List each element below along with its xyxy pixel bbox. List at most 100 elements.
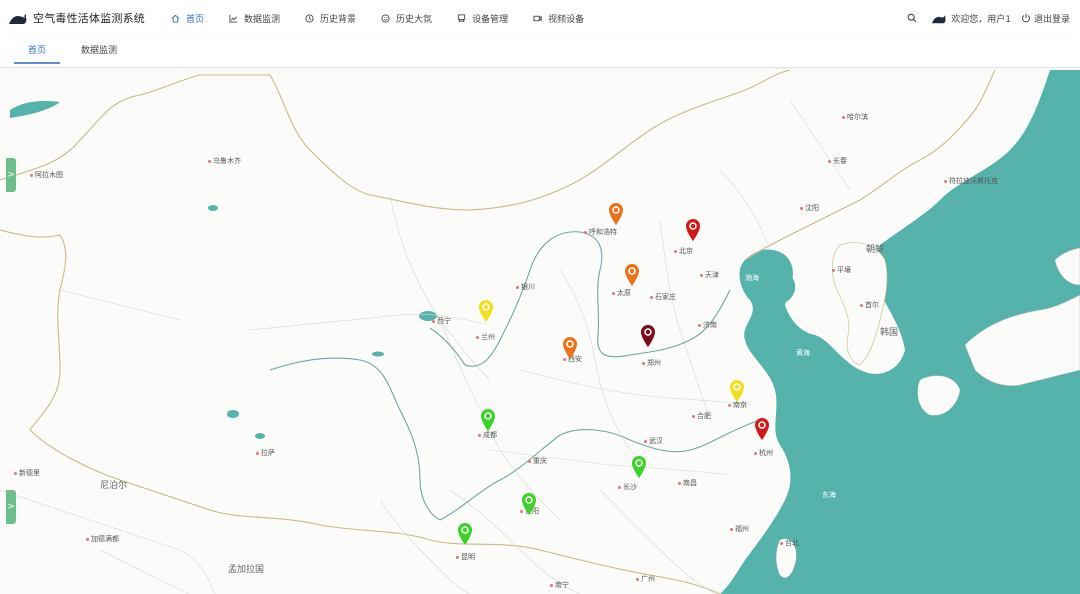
clock-icon <box>305 13 314 23</box>
city-label-zhengzhou: 郑州 <box>642 358 661 368</box>
logout-button[interactable]: 退出登录 <box>1021 12 1070 25</box>
monitor-marker[interactable] <box>624 263 640 287</box>
city-label-kathmandu: 加德满都 <box>86 534 119 544</box>
map-pin-icon <box>522 493 536 515</box>
map-pin-icon <box>755 418 769 440</box>
header-tools: 欢迎您，用户1 退出登录 <box>893 0 1070 36</box>
city-label-urumqi: 乌鲁木齐 <box>208 156 241 166</box>
nav-device-management[interactable]: 设备管理 <box>457 12 508 25</box>
map-pin-icon <box>686 219 700 241</box>
region-label-nepal: 尼泊尔 <box>100 481 128 491</box>
map-pin-icon <box>458 523 472 545</box>
map-pin-icon <box>730 380 744 402</box>
map-pin-icon <box>479 300 493 322</box>
main-nav: 首页 数据监测 历史背景 历史大氛 设备管理 视频设备 <box>171 12 609 25</box>
city-label-kunming: 昆明 <box>456 552 475 562</box>
monitor-marker[interactable] <box>521 492 537 516</box>
search-icon <box>907 13 917 23</box>
city-label-nanchang: 南昌 <box>678 478 697 488</box>
city-label-shenyang: 沈阳 <box>800 203 819 213</box>
top-navbar: 空气毒性活体监测系统 首页 数据监测 历史背景 历史大氛 设备管理 视频设备 欢… <box>0 0 1080 36</box>
city-label-xining: 西宁 <box>432 316 451 326</box>
city-label-changsha: 长沙 <box>618 482 637 492</box>
city-label-guangzhou: 广州 <box>636 574 655 584</box>
monitor-marker[interactable] <box>480 408 496 432</box>
map-pin-icon <box>481 409 495 431</box>
home-icon <box>171 14 180 23</box>
sea-label-bohai: 渤海 <box>745 274 759 282</box>
city-label-hohhot: 呼和浩特 <box>584 227 617 237</box>
monitor-marker[interactable] <box>729 379 745 403</box>
tab-home[interactable]: 首页 <box>14 44 60 64</box>
city-label-beijing: 北京 <box>674 246 693 256</box>
panel-toggle-bottom[interactable]: > <box>6 490 16 524</box>
nav-history-atmosphere-label: 历史大氛 <box>396 14 433 25</box>
city-label-nanning: 南宁 <box>550 580 569 590</box>
map-pin-icon <box>563 337 577 359</box>
city-label-lhasa: 拉萨 <box>256 448 275 458</box>
monitor-marker[interactable] <box>685 218 701 242</box>
panel-toggle-top[interactable]: > <box>6 158 16 192</box>
monitor-marker[interactable] <box>457 522 473 546</box>
sea-label-yellow-sea: 黄海 <box>796 349 810 357</box>
city-label-yinchuan: 银川 <box>516 282 535 292</box>
monitor-marker[interactable] <box>478 299 494 323</box>
nav-history-atmosphere[interactable]: 历史大氛 <box>381 12 432 25</box>
nav-home-label: 首页 <box>186 14 205 25</box>
panel-toggle-top-label: > <box>7 170 15 180</box>
city-label-changchun: 长春 <box>828 156 847 166</box>
user-avatar-icon <box>932 14 946 23</box>
city-label-hangzhou: 杭州 <box>754 448 773 458</box>
brand[interactable]: 空气毒性活体监测系统 <box>8 10 145 26</box>
city-label-lanzhou: 兰州 <box>476 332 495 342</box>
nav-device-management-label: 设备管理 <box>472 14 509 25</box>
city-label-taiyuan: 太原 <box>612 288 631 298</box>
region-label-south-korea: 韩国 <box>880 328 899 338</box>
map-pin-icon <box>609 203 623 225</box>
monitor-marker[interactable] <box>562 336 578 360</box>
monitor-marker[interactable] <box>608 202 624 226</box>
map-pin-icon <box>641 325 655 347</box>
city-label-pyongyang: 平壤 <box>832 265 851 275</box>
map-view[interactable]: 朝鲜 韩国 尼泊尔 孟加拉国 渤海 黄海 东海 乌鲁木齐 阿拉木图 西宁 兰州 … <box>0 70 1080 594</box>
nav-history-background-label: 历史背景 <box>320 14 357 25</box>
video-icon <box>533 15 542 21</box>
city-label-seoul: 首尔 <box>860 300 879 310</box>
chart-icon <box>229 14 238 23</box>
city-label-almaty: 阿拉木图 <box>30 170 63 180</box>
monitor-marker[interactable] <box>640 324 656 348</box>
nav-history-background[interactable]: 历史背景 <box>305 12 356 25</box>
smile-icon <box>381 13 390 23</box>
city-label-tianjin: 天津 <box>700 270 719 280</box>
nav-video-device-label: 视频设备 <box>548 14 585 25</box>
map-pin-icon <box>632 456 646 478</box>
region-label-bangladesh: 孟加拉国 <box>228 565 265 575</box>
page-tabs: 首页 数据监测 <box>0 36 1080 68</box>
power-icon <box>1022 13 1030 23</box>
logout-label: 退出登录 <box>1033 14 1070 25</box>
app-title: 空气毒性活体监测系统 <box>33 12 145 25</box>
region-label-north-korea: 朝鲜 <box>866 245 885 255</box>
nav-data-monitor-label: 数据监测 <box>244 14 281 25</box>
tab-data-monitor-label: 数据监测 <box>80 46 117 56</box>
nav-home[interactable]: 首页 <box>171 12 204 25</box>
monitor-marker[interactable] <box>631 455 647 479</box>
map-pin-icon <box>625 264 639 286</box>
monitor-marker[interactable] <box>754 417 770 441</box>
city-label-fuzhou: 福州 <box>730 524 749 534</box>
tab-data-monitor[interactable]: 数据监测 <box>76 44 122 64</box>
device-icon <box>457 13 466 22</box>
city-label-shijiazhuang: 石家庄 <box>650 292 676 302</box>
nav-video-device[interactable]: 视频设备 <box>533 12 584 25</box>
city-label-vladivostok: 符拉迪沃斯托克 <box>944 176 998 186</box>
city-label-taipei: 台北 <box>780 538 799 548</box>
tab-home-label: 首页 <box>27 46 46 56</box>
city-label-new-delhi: 新德里 <box>14 468 40 478</box>
map-base <box>0 70 1080 594</box>
user-welcome[interactable]: 欢迎您，用户1 <box>931 12 1011 25</box>
logo-icon <box>9 14 27 24</box>
sea-label-east-china-sea: 东海 <box>822 491 836 499</box>
city-label-jinan: 济南 <box>698 320 717 330</box>
nav-data-monitor[interactable]: 数据监测 <box>229 12 280 25</box>
search-button[interactable] <box>907 13 917 23</box>
